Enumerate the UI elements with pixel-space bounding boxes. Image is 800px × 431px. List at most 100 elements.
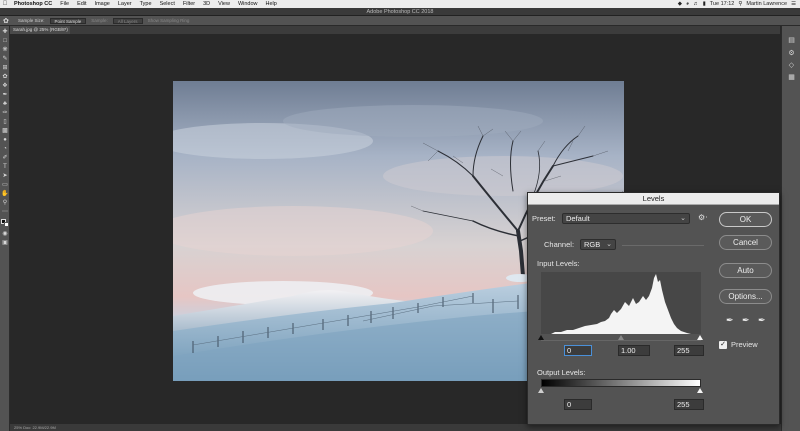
screen-mode-icon[interactable]: ▣ <box>1 239 9 247</box>
preset-options-gear-icon[interactable]: ⚙⋅ <box>698 213 708 222</box>
menu-filter[interactable]: Filter <box>179 1 199 7</box>
output-gradient <box>541 379 701 387</box>
quick-mask-icon[interactable]: ◉ <box>1 230 9 238</box>
lasso-tool-icon[interactable]: ❋ <box>1 46 9 54</box>
levels-title: Levels <box>528 193 779 205</box>
swatches-panel-icon[interactable]: ▦ <box>787 73 796 82</box>
menu-layer[interactable]: Layer <box>114 1 136 7</box>
output-black-field[interactable]: 0 <box>564 399 592 410</box>
eraser-tool-icon[interactable]: ▯ <box>1 118 9 126</box>
eyedropper-icon[interactable]: ✿ <box>1 73 9 81</box>
auto-button[interactable]: Auto <box>719 263 772 278</box>
options-bar: ✿ Sample Size: Point Sample Sample: All … <box>0 16 800 26</box>
edit-toolbar-icon[interactable]: ⋯ <box>1 208 9 216</box>
menu-image[interactable]: Image <box>91 1 114 7</box>
input-levels-label: Input Levels: <box>537 259 580 268</box>
tools-panel: ✚ □ ❋ ✎ ⊞ ✿ ❖ ✒ ♣ ✑ ▯ ▩ ● ◔ ✐ T ➤ ▭ ✋ ⚲ … <box>0 26 10 431</box>
menu-window[interactable]: Window <box>234 1 262 7</box>
cancel-button[interactable]: Cancel <box>719 235 772 250</box>
divider <box>622 245 704 246</box>
document-tab[interactable]: Sarah.jpg @ 25% (RGB/8*) <box>10 26 70 34</box>
menu-list-icon[interactable]: ☰ <box>791 1 796 7</box>
hand-tool-icon[interactable]: ✋ <box>1 190 9 198</box>
apple-icon[interactable]:  <box>0 1 10 7</box>
input-white-field[interactable]: 255 <box>674 345 704 356</box>
window-title: Adobe Photoshop CC 2018 <box>366 9 434 15</box>
status-bar: 25% Doc: 22.9M/22.9M <box>10 424 781 431</box>
preset-label: Preset: <box>532 214 556 223</box>
eyedropper-tool-icon[interactable]: ✿ <box>3 17 13 25</box>
dodge-tool-icon[interactable]: ◔ <box>1 145 9 153</box>
path-select-icon[interactable]: ➤ <box>1 172 9 180</box>
preset-value: Default <box>566 214 590 223</box>
volume-icon[interactable]: ♬ <box>693 1 699 7</box>
sample-label: Sample: <box>91 18 108 23</box>
preview-label: Preview <box>731 340 758 349</box>
show-ring-checkbox[interactable]: Show Sampling Ring <box>148 18 190 23</box>
quick-select-tool-icon[interactable]: ✎ <box>1 55 9 63</box>
levels-dialog: Levels Preset: Default ⌄ ⚙⋅ Channel: RGB… <box>527 192 780 425</box>
crop-tool-icon[interactable]: ⊞ <box>1 64 9 72</box>
pen-tool-icon[interactable]: ✐ <box>1 154 9 162</box>
wifi-icon[interactable]: ◕ <box>686 1 689 7</box>
menu-view[interactable]: View <box>214 1 234 7</box>
black-eyedropper-icon[interactable]: ✒ <box>726 315 734 326</box>
menu-app[interactable]: Photoshop CC <box>10 1 56 7</box>
channel-select[interactable]: RGB ⌄ <box>580 239 616 250</box>
preset-select[interactable]: Default ⌄ <box>562 213 690 224</box>
histogram-panel-icon[interactable]: ▤ <box>787 36 796 45</box>
blur-tool-icon[interactable]: ● <box>1 136 9 144</box>
move-tool-icon[interactable]: ✚ <box>1 28 9 36</box>
channel-label: Channel: <box>544 240 575 249</box>
output-black-slider[interactable] <box>538 388 544 393</box>
zoom-tool-icon[interactable]: ⚲ <box>1 199 9 207</box>
history-brush-icon[interactable]: ✑ <box>1 109 9 117</box>
shape-tool-icon[interactable]: ▭ <box>1 181 9 189</box>
app-titlebar: Adobe Photoshop CC 2018 <box>0 8 800 16</box>
input-gamma-field[interactable]: 1.00 <box>618 345 650 356</box>
preview-checkbox[interactable]: ✓ <box>719 341 727 349</box>
type-tool-icon[interactable]: T <box>1 163 9 171</box>
clock-text[interactable]: Tue 17:12 <box>710 1 735 7</box>
menu-select[interactable]: Select <box>156 1 179 7</box>
gradient-tool-icon[interactable]: ▩ <box>1 127 9 135</box>
document-tabs: Sarah.jpg @ 25% (RGB/8*) <box>10 26 780 34</box>
menu-type[interactable]: Type <box>136 1 156 7</box>
color-swatches-icon[interactable] <box>1 219 9 227</box>
photoshop-window:  Photoshop CC File Edit Image Layer Typ… <box>0 0 800 431</box>
sample-size-label: Sample Size: <box>18 18 45 23</box>
input-black-field[interactable]: 0 <box>564 345 592 356</box>
ok-button[interactable]: OK <box>719 212 772 227</box>
channel-value: RGB <box>584 240 601 249</box>
input-white-slider[interactable] <box>697 335 703 340</box>
sample-size-select[interactable]: Point Sample <box>49 17 87 24</box>
input-slider-track <box>541 340 701 341</box>
menu-file[interactable]: File <box>56 1 73 7</box>
menu-3d[interactable]: 3D <box>199 1 214 7</box>
marquee-tool-icon[interactable]: □ <box>1 37 9 45</box>
menu-edit[interactable]: Edit <box>73 1 90 7</box>
input-gray-slider[interactable] <box>618 335 624 340</box>
output-white-slider[interactable] <box>697 388 703 393</box>
white-eyedropper-icon[interactable]: ✒ <box>758 315 766 326</box>
battery-icon[interactable]: ▮ <box>703 1 706 7</box>
right-panel-dock: ▤ ⚙ ◇ ▦ <box>781 26 800 431</box>
user-name[interactable]: Martin Lawrence <box>746 1 787 7</box>
chevron-down-icon: ⌄ <box>606 241 612 248</box>
output-levels-label: Output Levels: <box>537 368 586 377</box>
search-icon[interactable]: ⚲ <box>738 1 742 7</box>
gray-eyedropper-icon[interactable]: ✒ <box>742 315 750 326</box>
histogram <box>541 272 701 334</box>
layers-panel-icon[interactable]: ◇ <box>787 61 796 70</box>
properties-panel-icon[interactable]: ⚙ <box>787 49 796 58</box>
chevron-down-icon: ⌄ <box>680 215 686 222</box>
healing-brush-icon[interactable]: ❖ <box>1 82 9 90</box>
menu-help[interactable]: Help <box>262 1 281 7</box>
input-black-slider[interactable] <box>538 335 544 340</box>
sample-select[interactable]: All Layers <box>112 17 143 24</box>
clone-stamp-icon[interactable]: ♣ <box>1 100 9 108</box>
dropbox-icon[interactable]: ◆ <box>678 1 682 7</box>
brush-tool-icon[interactable]: ✒ <box>1 91 9 99</box>
options-button[interactable]: Options... <box>719 289 772 304</box>
output-white-field[interactable]: 255 <box>674 399 704 410</box>
